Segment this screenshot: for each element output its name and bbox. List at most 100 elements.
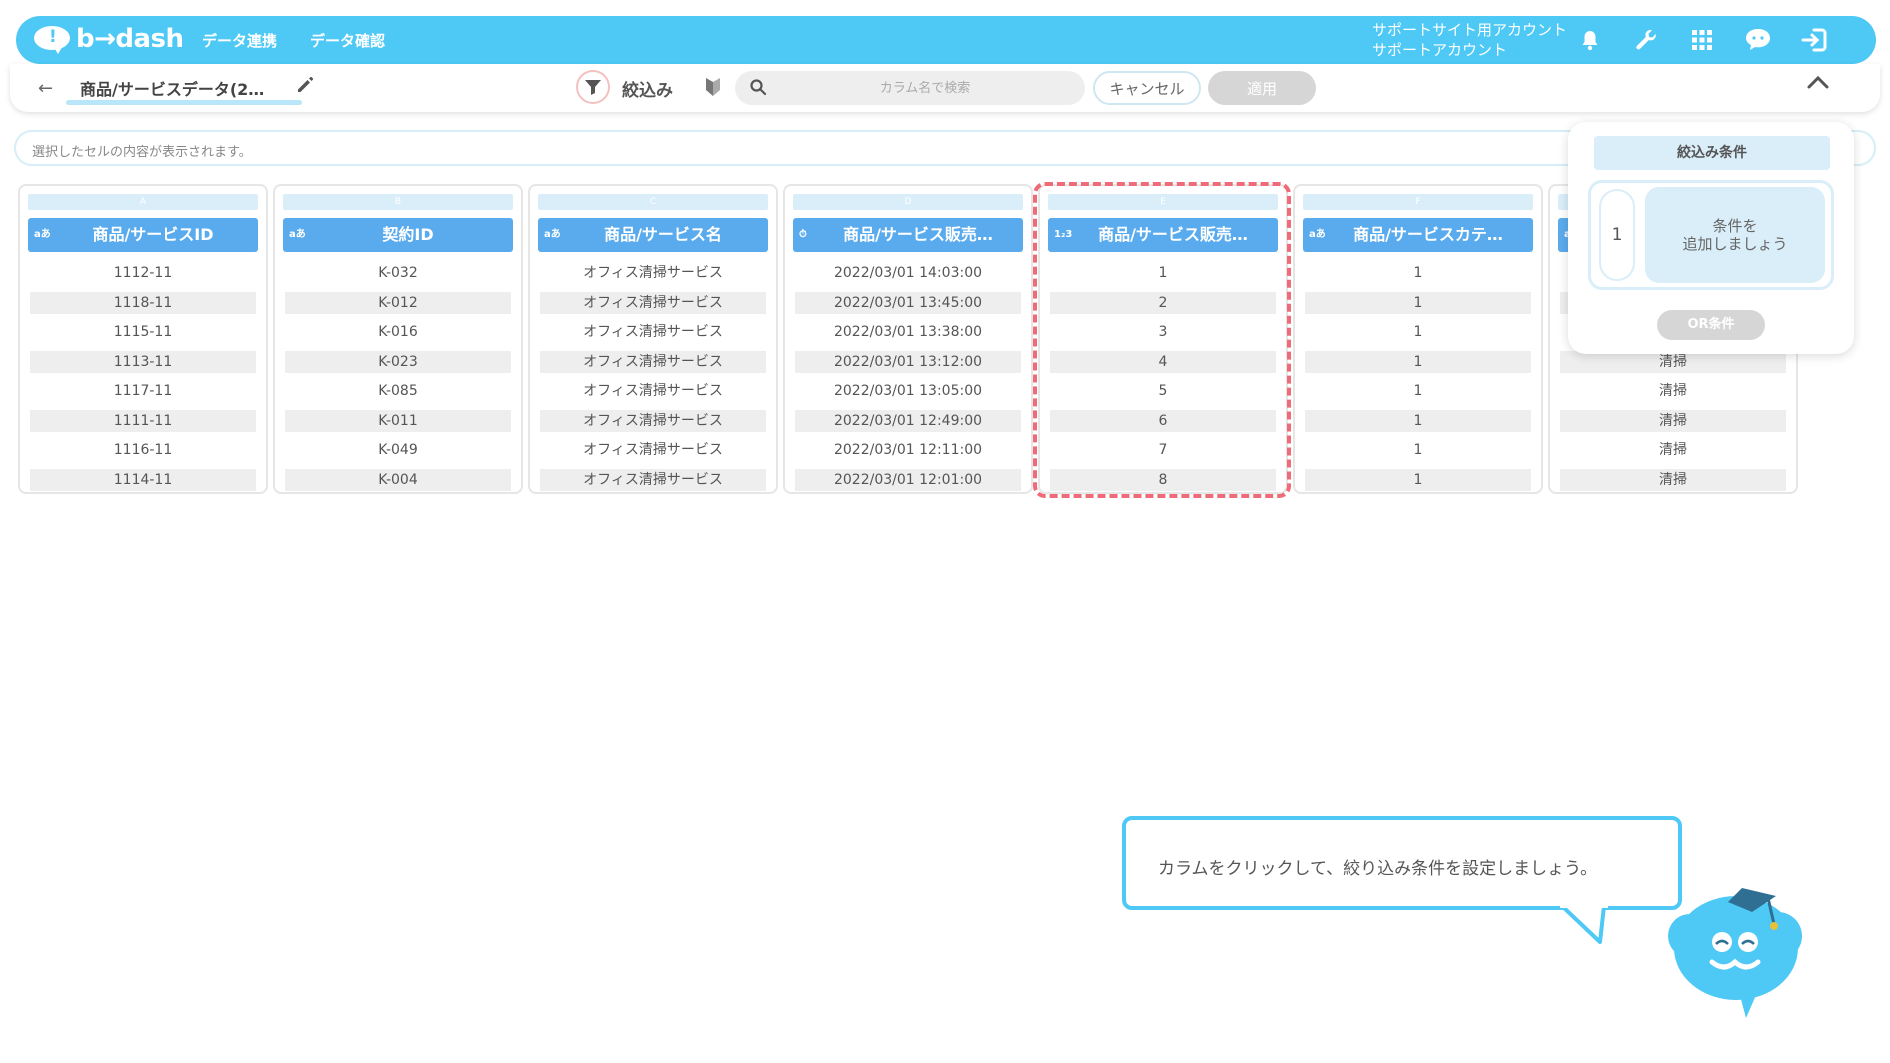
table-cell[interactable]: 1117-11 <box>30 380 256 402</box>
table-cell[interactable]: オフィス清掃サービス <box>540 468 766 491</box>
column-letter: F <box>1303 194 1533 210</box>
add-condition-line1: 条件を <box>1712 217 1758 235</box>
dataset-toolbar: ← 商品/サービスデータ(2… 絞込み キャンセル 適用 <box>10 64 1880 112</box>
column-f[interactable]: Faあ 商品/サービスカテ… 1 1 1 1 1 1 1 1 <box>1293 184 1543 494</box>
chevron-up-icon[interactable] <box>1806 74 1830 94</box>
dataset-title[interactable]: 商品/サービスデータ(2… <box>80 76 264 100</box>
table-cell[interactable]: K-011 <box>285 409 511 432</box>
table-cell[interactable]: オフィス清掃サービス <box>540 439 766 461</box>
grid-icon[interactable] <box>1684 22 1720 58</box>
column-header[interactable]: ⏱ 商品/サービス販売… <box>793 218 1023 252</box>
table-cell[interactable]: 1 <box>1305 439 1531 461</box>
logo[interactable]: ! b→dash <box>34 24 184 54</box>
column-header[interactable]: aあ 商品/サービス名 <box>538 218 768 252</box>
filter-label: 絞込み <box>622 81 673 101</box>
table-cell[interactable]: 1114-11 <box>30 468 256 491</box>
table-cell[interactable]: 1111-11 <box>30 409 256 432</box>
chat-icon[interactable] <box>1740 22 1776 58</box>
column-type-icon: aあ <box>289 229 306 240</box>
table-cell[interactable]: 2022/03/01 14:03:00 <box>795 262 1021 284</box>
search-input[interactable] <box>785 71 1065 105</box>
table-cell[interactable]: K-016 <box>285 321 511 343</box>
table-cell[interactable]: 清掃 <box>1560 468 1786 491</box>
table-cell[interactable]: 2022/03/01 13:45:00 <box>795 291 1021 314</box>
add-condition-dropzone[interactable]: 条件を 追加しましょう <box>1645 187 1825 283</box>
table-cell[interactable]: オフィス清掃サービス <box>540 262 766 284</box>
table-cell[interactable]: 清掃 <box>1560 380 1786 402</box>
column-letter: B <box>283 194 513 210</box>
table-cell[interactable]: 1118-11 <box>30 291 256 314</box>
column-type-icon: ⏱ <box>799 229 807 240</box>
column-letter: C <box>538 194 768 210</box>
logo-text: b→dash <box>76 24 184 54</box>
column-header-label: 商品/サービス販売… <box>843 225 993 244</box>
table-cell[interactable]: 1115-11 <box>30 321 256 343</box>
table-cell[interactable]: K-023 <box>285 350 511 373</box>
table-cell[interactable]: 2022/03/01 12:11:00 <box>795 439 1021 461</box>
column-header-label: 商品/サービスカテ… <box>1353 225 1503 244</box>
wrench-icon[interactable] <box>1628 22 1664 58</box>
table-cell[interactable]: K-032 <box>285 262 511 284</box>
column-header[interactable]: aあ 商品/サービスカテ… <box>1303 218 1533 252</box>
search-icon <box>749 78 767 100</box>
table-cell[interactable]: 1113-11 <box>30 350 256 373</box>
account-info[interactable]: サポートサイト用アカウント サポートアカウント <box>1372 20 1567 60</box>
condition-group: 1 条件を 追加しましょう <box>1588 180 1834 290</box>
filter-icon <box>585 80 601 95</box>
table-cell[interactable]: 1112-11 <box>30 262 256 284</box>
table-cell[interactable]: 1116-11 <box>30 439 256 461</box>
table-cell[interactable]: オフィス清掃サービス <box>540 291 766 314</box>
table-cell[interactable]: 2022/03/01 13:12:00 <box>795 350 1021 373</box>
guide-tooltip: カラムをクリックして、絞り込み条件を設定しましょう。 <box>1122 816 1682 910</box>
filter-button[interactable] <box>576 70 610 104</box>
table-cell[interactable]: 1 <box>1305 291 1531 314</box>
table-cell[interactable]: K-085 <box>285 380 511 402</box>
cell-content-placeholder: 選択したセルの内容が表示されます。 <box>32 145 252 160</box>
table-cell[interactable]: 1 <box>1305 262 1531 284</box>
back-arrow-icon[interactable]: ← <box>38 78 53 99</box>
column-d[interactable]: D ⏱ 商品/サービス販売… 2022/03/01 14:03:00 2022/03/0… <box>783 184 1033 494</box>
app-root: ! b→dash データ連携 データ確認 サポートサイト用アカウント サポートア… <box>0 0 1890 1063</box>
top-header: ! b→dash データ連携 データ確認 サポートサイト用アカウント サポートア… <box>16 16 1876 64</box>
column-header-label: 商品/サービスID <box>92 225 214 244</box>
column-header[interactable]: aあ 商品/サービスID <box>28 218 258 252</box>
column-b[interactable]: Baあ 契約ID K-032 K-012 K-016 K-023 K-085 K-011 K-0… <box>273 184 523 494</box>
table-cell[interactable]: K-012 <box>285 291 511 314</box>
column-c[interactable]: Caあ 商品/サービス名オフィス清掃サービス オフィス清掃サービス オフィス清掃サービ… <box>528 184 778 494</box>
beginner-icon[interactable] <box>704 76 722 102</box>
column-letter: A <box>28 194 258 210</box>
nav-data-link[interactable]: データ連携 <box>202 30 277 51</box>
table-cell[interactable]: 1 <box>1305 350 1531 373</box>
table-cell[interactable]: K-004 <box>285 468 511 491</box>
table-cell[interactable]: 2022/03/01 12:49:00 <box>795 409 1021 432</box>
nav-data-check[interactable]: データ確認 <box>310 30 385 51</box>
table-cell[interactable]: オフィス清掃サービス <box>540 380 766 402</box>
table-cell[interactable]: K-049 <box>285 439 511 461</box>
condition-group-number: 1 <box>1599 189 1635 281</box>
logout-icon[interactable] <box>1796 22 1832 58</box>
column-a[interactable]: Aaあ 商品/サービスID 1112-11 1118-11 1115-11 1113-11… <box>18 184 268 494</box>
table-cell[interactable]: 2022/03/01 12:01:00 <box>795 468 1021 491</box>
table-cell[interactable]: 清掃 <box>1560 439 1786 461</box>
table-cell[interactable]: オフィス清掃サービス <box>540 409 766 432</box>
bell-icon[interactable] <box>1572 22 1608 58</box>
column-header-label: 商品/サービス名 <box>604 225 722 244</box>
table-cell[interactable]: オフィス清掃サービス <box>540 350 766 373</box>
or-condition-button[interactable]: OR条件 <box>1657 310 1765 340</box>
table-cell[interactable]: オフィス清掃サービス <box>540 321 766 343</box>
pencil-icon[interactable] <box>296 76 314 98</box>
table-cell[interactable]: 1 <box>1305 409 1531 432</box>
column-highlight <box>1033 182 1291 498</box>
apply-button[interactable]: 適用 <box>1208 71 1316 105</box>
table-cell[interactable]: 2022/03/01 13:38:00 <box>795 321 1021 343</box>
table-cell[interactable]: 清掃 <box>1560 409 1786 432</box>
cancel-button[interactable]: キャンセル <box>1093 71 1201 105</box>
add-condition-line2: 追加しましょう <box>1682 235 1788 253</box>
filter-conditions-panel: 絞込み条件 1 条件を 追加しましょう OR条件 <box>1568 122 1854 354</box>
column-header[interactable]: aあ 契約ID <box>283 218 513 252</box>
table-cell[interactable]: 2022/03/01 13:05:00 <box>795 380 1021 402</box>
table-cell[interactable]: 1 <box>1305 468 1531 491</box>
column-search[interactable] <box>735 71 1085 105</box>
table-cell[interactable]: 1 <box>1305 321 1531 343</box>
table-cell[interactable]: 1 <box>1305 380 1531 402</box>
